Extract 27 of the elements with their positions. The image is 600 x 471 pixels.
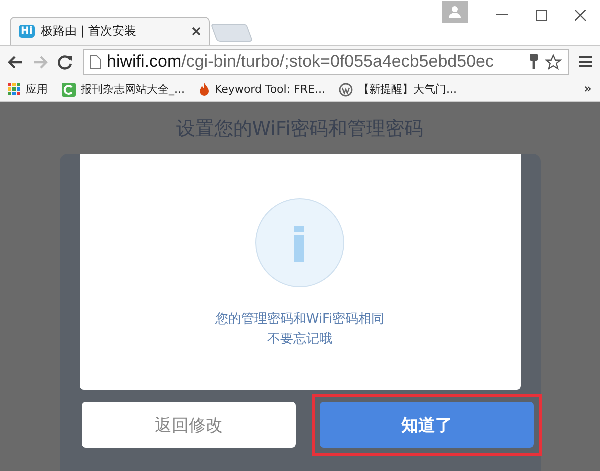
back-button[interactable]: 返回修改	[82, 402, 296, 448]
address-bar[interactable]: hiwifi.com/cgi-bin/turbo/;stok=0f055a4ecb5ebd50ec	[83, 49, 569, 75]
apps-grid-icon	[8, 83, 21, 96]
bookmark-link[interactable]: 报刊杂志网站大全_...	[81, 82, 185, 97]
dialog-message: 您的管理密码和WiFi密码相同 不要忘记哦	[215, 311, 385, 349]
info-icon	[255, 198, 345, 288]
bookmark-link[interactable]: 应用	[26, 82, 48, 97]
browser-tab[interactable]: Hi 极路由 | 首次安装	[10, 17, 210, 45]
c-letter-icon	[62, 82, 76, 96]
back-arrow-icon[interactable]	[8, 56, 23, 68]
star-icon[interactable]	[545, 54, 562, 70]
tab-title: 极路由 | 首次安装	[40, 23, 138, 40]
minimize-icon[interactable]	[496, 14, 508, 16]
menu-icon[interactable]	[579, 56, 592, 68]
key-icon[interactable]	[529, 54, 539, 70]
wordpress-circle-icon	[339, 82, 354, 96]
page-icon	[90, 55, 101, 69]
confirm-button[interactable]: 知道了	[320, 402, 534, 448]
flame-icon	[199, 82, 210, 96]
close-icon[interactable]	[575, 10, 586, 20]
more-bookmarks[interactable]: »	[584, 82, 592, 97]
bookmark-link[interactable]: Keyword Tool: FRE...	[215, 83, 326, 96]
maximize-icon[interactable]	[536, 10, 547, 20]
favicon: Hi	[19, 25, 35, 38]
bookmark-link[interactable]: 【新提醒】大气门...	[358, 82, 457, 97]
reload-icon[interactable]	[58, 54, 73, 70]
close-icon[interactable]	[192, 27, 201, 36]
